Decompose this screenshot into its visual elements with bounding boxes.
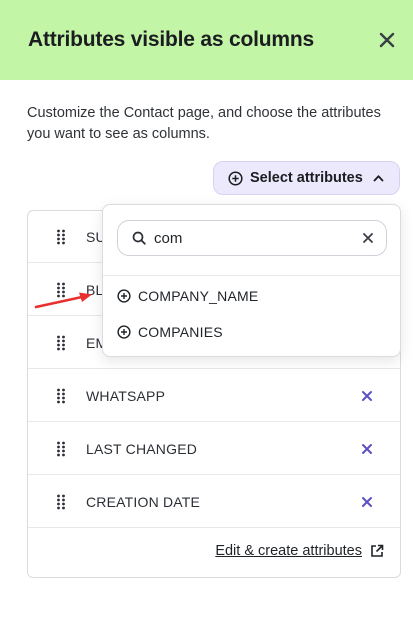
drag-handle-icon[interactable] [56, 494, 66, 510]
select-attributes-button[interactable]: Select attributes [213, 161, 400, 195]
attribute-row-label: CREATION DATE [86, 493, 201, 510]
drag-handle-icon[interactable] [56, 335, 66, 351]
remove-icon[interactable] [360, 389, 374, 403]
attribute-row: CREATION DATE [28, 476, 400, 528]
remove-icon[interactable] [360, 495, 374, 509]
dropdown-option[interactable]: COMPANIES [117, 317, 387, 347]
attribute-row: LAST CHANGED [28, 423, 400, 475]
panel-title: Attributes visible as columns [28, 28, 314, 51]
remove-icon[interactable] [360, 442, 374, 456]
drag-handle-icon[interactable] [56, 229, 66, 245]
drag-handle-icon[interactable] [56, 441, 66, 457]
external-link-icon[interactable] [370, 544, 384, 558]
attribute-row: WHATSAPP [28, 370, 400, 422]
plus-circle-icon [228, 170, 243, 186]
attribute-row-label: WHATSAPP [86, 387, 166, 404]
plus-circle-icon [117, 325, 131, 339]
attribute-dropdown: com COMPANY_NAME COMPANIES [102, 204, 401, 357]
chevron-up-icon [373, 174, 384, 182]
panel-description: Customize the Contact page, and choose t… [27, 105, 381, 142]
dropdown-option[interactable]: COMPANY_NAME [117, 281, 387, 311]
plus-circle-icon [117, 289, 131, 303]
annotation-arrow [34, 292, 92, 309]
edit-create-attributes-link[interactable]: Edit & create attributes [215, 543, 362, 559]
close-icon [379, 32, 395, 48]
search-value: com [154, 229, 183, 247]
clear-icon[interactable] [362, 232, 374, 244]
dropdown-option-label: COMPANY_NAME [138, 288, 259, 304]
dropdown-option-label: COMPANIES [138, 324, 223, 340]
attribute-search-input[interactable]: com [117, 220, 387, 256]
dropdown-divider [103, 275, 400, 276]
panel-header: Attributes visible as columns [0, 0, 413, 80]
search-icon [132, 231, 146, 245]
drag-handle-icon[interactable] [56, 388, 66, 404]
select-attributes-label: Select attributes [250, 170, 363, 186]
close-button[interactable] [373, 26, 401, 54]
attribute-row-label: LAST CHANGED [86, 440, 198, 457]
